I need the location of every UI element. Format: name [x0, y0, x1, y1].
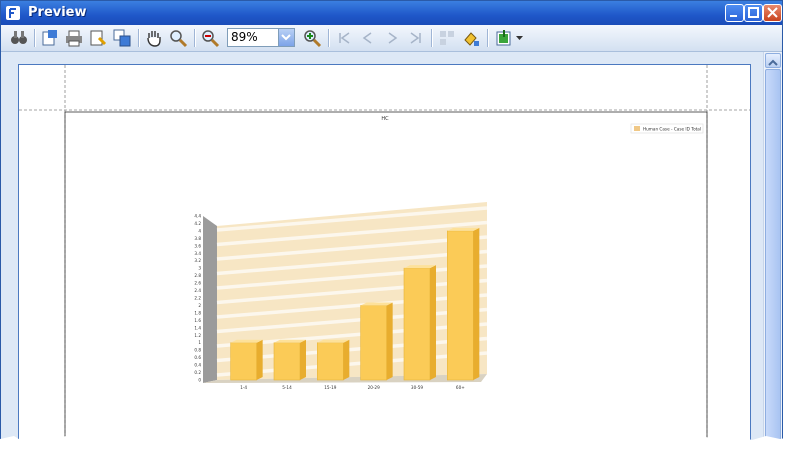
- y-tick-label: 2.2: [194, 296, 201, 301]
- y-tick-label: 3.4: [194, 251, 201, 256]
- chart-bar: [273, 342, 301, 381]
- minimize-button[interactable]: [725, 4, 744, 22]
- legend-swatch: [634, 126, 640, 131]
- y-tick-label: 4: [198, 228, 201, 233]
- page-setup-icon[interactable]: [40, 28, 60, 48]
- y-tick-label: 3.8: [194, 236, 201, 241]
- title-bar[interactable]: Preview: [1, 1, 782, 25]
- magnifier-icon[interactable]: [168, 28, 188, 48]
- y-tick-label: 1.2: [194, 333, 201, 338]
- y-tick-label: 2.8: [194, 273, 201, 278]
- chart-bar-side: [473, 227, 480, 380]
- window-title: Preview: [28, 5, 87, 20]
- y-tick-label: 2: [198, 303, 201, 308]
- y-tick-label: 0: [198, 378, 201, 383]
- y-tick-label: 3: [198, 266, 201, 271]
- scroll-up-button[interactable]: [765, 53, 781, 68]
- report-canvas: HC Human Case - Case ID Total 0 0.2 0.4 0.6…: [19, 65, 750, 443]
- scroll-thumb[interactable]: [765, 69, 781, 443]
- maximize-button[interactable]: [744, 4, 763, 22]
- app-icon: [6, 6, 20, 20]
- chart-bar-side: [256, 339, 263, 380]
- maximize-icon: [748, 7, 759, 18]
- x-tick-label: 20-29: [368, 385, 381, 390]
- x-tick-label: 15-19: [324, 385, 337, 390]
- chart-bar: [447, 230, 474, 381]
- toolbar: 89%: [1, 25, 782, 52]
- zoom-select[interactable]: 89%: [227, 28, 295, 47]
- hand-tool-icon[interactable]: [144, 28, 164, 48]
- chart-bar: [360, 305, 387, 381]
- legend-label: Human Case - Case ID Total: [643, 127, 701, 132]
- multiple-pages-icon[interactable]: [437, 28, 457, 48]
- quick-print-icon[interactable]: [88, 28, 108, 48]
- minimize-icon: [730, 15, 737, 17]
- y-tick-label: 0.6: [194, 355, 201, 360]
- next-page-icon[interactable]: [382, 28, 402, 48]
- preview-window: Preview 89% HC Human Case - Case ID Tota…: [0, 0, 783, 444]
- report-page: HC Human Case - Case ID Total 0 0.2 0.4 0.6…: [18, 64, 751, 443]
- y-tick-label: 2.6: [194, 281, 201, 286]
- torn-edge: [0, 435, 791, 451]
- x-tick-label: 1-4: [240, 385, 247, 390]
- chart-bar: [230, 342, 257, 381]
- chevron-down-icon[interactable]: [278, 29, 294, 46]
- zoom-in-icon[interactable]: [302, 28, 322, 48]
- zoom-out-icon[interactable]: [200, 28, 220, 48]
- chart-bar: [317, 342, 344, 381]
- chart-bar-side: [386, 302, 393, 380]
- find-icon[interactable]: [9, 28, 29, 48]
- chart-legend: Human Case - Case ID Total: [630, 123, 704, 134]
- report-header-text: HC: [381, 116, 389, 122]
- x-tick-label: 5-14: [282, 385, 292, 390]
- bar-chart: 0 0.2 0.4 0.6 0.8 1 1.2 1.4 1.6 1.8 2 2.2 2.4 2.6 2.8 3…: [194, 202, 488, 390]
- y-tick-label: 0.2: [194, 370, 201, 375]
- print-icon[interactable]: [64, 28, 84, 48]
- zoom-value: 89%: [231, 30, 258, 44]
- last-page-icon[interactable]: [406, 28, 426, 48]
- y-tick-label: 3.6: [194, 243, 201, 248]
- export-icon[interactable]: [494, 28, 514, 48]
- chart-bar-side: [343, 339, 350, 380]
- previous-page-icon[interactable]: [358, 28, 378, 48]
- y-tick-label: 4.4: [194, 214, 201, 219]
- close-button[interactable]: [763, 4, 782, 22]
- y-tick-label: 2.4: [194, 288, 201, 293]
- close-icon: [767, 7, 778, 18]
- chart-side-wall: [203, 216, 217, 383]
- chart-bar: [403, 267, 431, 381]
- background-color-icon[interactable]: [461, 28, 481, 48]
- y-tick-label: 0.4: [194, 363, 201, 368]
- y-tick-label: 1.6: [194, 318, 201, 323]
- y-tick-label: 0.8: [194, 348, 201, 353]
- export-dropdown-icon[interactable]: [516, 35, 523, 41]
- chart-bar-side: [430, 265, 436, 380]
- chart-bar-side: [300, 339, 306, 380]
- first-page-icon[interactable]: [334, 28, 354, 48]
- y-tick-label: 3.2: [194, 258, 201, 263]
- x-tick-label: 30-59: [411, 385, 424, 390]
- preview-area: HC Human Case - Case ID Total 0 0.2 0.4 0.6…: [1, 52, 762, 443]
- y-tick-label: 1.4: [194, 325, 201, 330]
- y-tick-label: 1.8: [194, 310, 201, 315]
- y-tick-label: 4.2: [194, 221, 201, 226]
- scale-icon[interactable]: [112, 28, 132, 48]
- y-tick-label: 1: [198, 340, 201, 345]
- vertical-scrollbar[interactable]: [763, 52, 782, 443]
- x-tick-label: 60+: [456, 385, 465, 390]
